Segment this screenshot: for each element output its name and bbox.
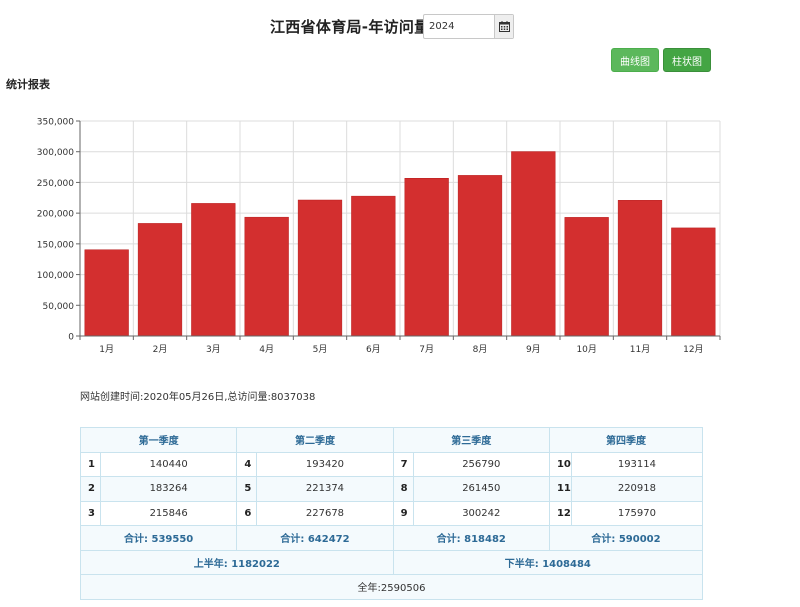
sum-value: 818482	[464, 534, 506, 546]
bar	[404, 178, 449, 337]
bar	[297, 199, 343, 337]
month-number: 8	[392, 476, 414, 502]
x-tick-label: 7月	[419, 344, 434, 355]
calendar-button[interactable]	[494, 15, 513, 38]
calendar-icon	[498, 21, 510, 32]
bar	[191, 203, 236, 337]
x-tick-label: 8月	[473, 344, 488, 355]
quarter-header: 第三季度	[392, 427, 550, 453]
sum-label: 合计:	[591, 534, 616, 546]
header: 江西省体育局-年访问量	[0, 14, 800, 40]
quarter-header: 第一季度	[79, 427, 238, 453]
month-number: 11	[548, 476, 572, 502]
table-row: 3 215846 6 227678 9 300242 12 175970	[80, 500, 704, 526]
month-value: 261450	[412, 476, 550, 502]
x-tick-label: 4月	[259, 344, 274, 355]
y-tick-label: 250,000	[37, 179, 74, 189]
stats-table: 第一季度 第二季度 第三季度 第四季度 1 140440 4 193420 7 …	[79, 427, 704, 600]
month-value: 300242	[412, 500, 550, 526]
quarter-sum: 合计: 590002	[548, 525, 704, 551]
y-tick-label: 0	[68, 333, 74, 343]
quarter-header: 第四季度	[548, 427, 704, 453]
table-row: 1 140440 4 193420 7 256790 10 193114	[80, 451, 704, 477]
month-value: 215846	[99, 500, 238, 526]
x-tick-label: 9月	[526, 344, 541, 355]
month-number: 9	[392, 500, 414, 526]
section-title: 统计报表	[6, 78, 50, 91]
month-value: 183264	[99, 476, 238, 502]
month-value: 193420	[256, 451, 394, 477]
x-tick-label: 2月	[153, 344, 168, 355]
x-tick-label: 10月	[576, 344, 596, 355]
month-value: 193114	[570, 451, 704, 477]
x-tick-label: 3月	[206, 344, 221, 355]
quarter-sum-row: 合计: 539550 合计: 642472 合计: 818482 合计: 590…	[79, 525, 704, 551]
year-input[interactable]	[424, 15, 494, 38]
month-number: 12	[548, 500, 572, 526]
second-half-value: 1408484	[542, 558, 591, 570]
bar-chart: 0 50,000 100,000 150,000 200,000 250,000 300,0…	[37, 118, 721, 355]
quarter-header: 第二季度	[236, 427, 394, 453]
x-tick-label: 11月	[630, 344, 650, 355]
month-number: 1	[80, 451, 101, 477]
y-tick-label: 100,000	[37, 271, 74, 281]
y-tick-label: 50,000	[43, 302, 75, 312]
sum-label: 合计:	[436, 534, 461, 546]
bar	[617, 200, 663, 337]
y-tick-label: 150,000	[37, 240, 74, 250]
bar	[564, 217, 609, 337]
sum-value: 642472	[307, 534, 350, 546]
bar	[244, 216, 289, 337]
table-row: 2 183264 5 221374 8 261450 11 220918	[80, 476, 704, 502]
first-half-total: 上半年: 1182022	[80, 549, 394, 575]
year-total: 全年:2590506	[80, 574, 703, 600]
month-number: 3	[80, 500, 101, 526]
sum-value: 590002	[618, 534, 661, 546]
bar	[671, 227, 716, 337]
month-number: 7	[392, 451, 414, 477]
quarter-sum: 合计: 818482	[392, 525, 550, 551]
year-picker[interactable]	[423, 14, 514, 39]
month-value: 227678	[256, 500, 394, 526]
x-tick-label: 5月	[313, 344, 328, 355]
year-total-row: 全年:2590506	[80, 574, 703, 600]
month-value: 175970	[570, 500, 704, 526]
month-value: 140440	[99, 451, 238, 477]
y-tick-label: 350,000	[37, 118, 74, 128]
sum-label: 合计:	[124, 534, 149, 546]
bar	[137, 223, 183, 337]
x-tick-label: 6月	[366, 344, 381, 355]
first-half-label: 上半年:	[193, 558, 228, 570]
y-tick-label: 200,000	[37, 210, 74, 220]
site-info: 网站创建时间:2020年05月26日,总访问量:8037038	[80, 392, 316, 403]
month-number: 2	[80, 476, 101, 502]
page-title: 江西省体育局-年访问量	[270, 18, 430, 36]
first-half-value: 1182022	[231, 558, 280, 570]
line-chart-button[interactable]: 曲线图	[611, 48, 659, 72]
bar	[351, 195, 396, 337]
month-number: 4	[236, 451, 258, 477]
bar-chart-button[interactable]: 柱状图	[663, 48, 711, 72]
bar	[84, 249, 129, 337]
quarter-sum: 合计: 539550	[79, 525, 238, 551]
month-value: 220918	[570, 476, 704, 502]
bar	[511, 151, 556, 337]
sum-label: 合计:	[280, 534, 305, 546]
second-half-label: 下半年:	[504, 558, 539, 570]
sum-value: 539550	[151, 534, 194, 546]
month-number: 5	[236, 476, 258, 502]
second-half-total: 下半年: 1408484	[392, 549, 704, 575]
x-tick-label: 12月	[683, 344, 703, 355]
month-number: 6	[236, 500, 258, 526]
month-value: 256790	[412, 451, 550, 477]
month-number: 10	[548, 451, 572, 477]
month-value: 221374	[256, 476, 394, 502]
y-tick-label: 300,000	[37, 148, 74, 158]
bar	[457, 175, 503, 337]
quarter-sum: 合计: 642472	[236, 525, 394, 551]
quarter-header-row: 第一季度 第二季度 第三季度 第四季度	[79, 427, 704, 453]
half-year-row: 上半年: 1182022 下半年: 1408484	[80, 549, 704, 575]
x-tick-label: 1月	[99, 344, 114, 355]
